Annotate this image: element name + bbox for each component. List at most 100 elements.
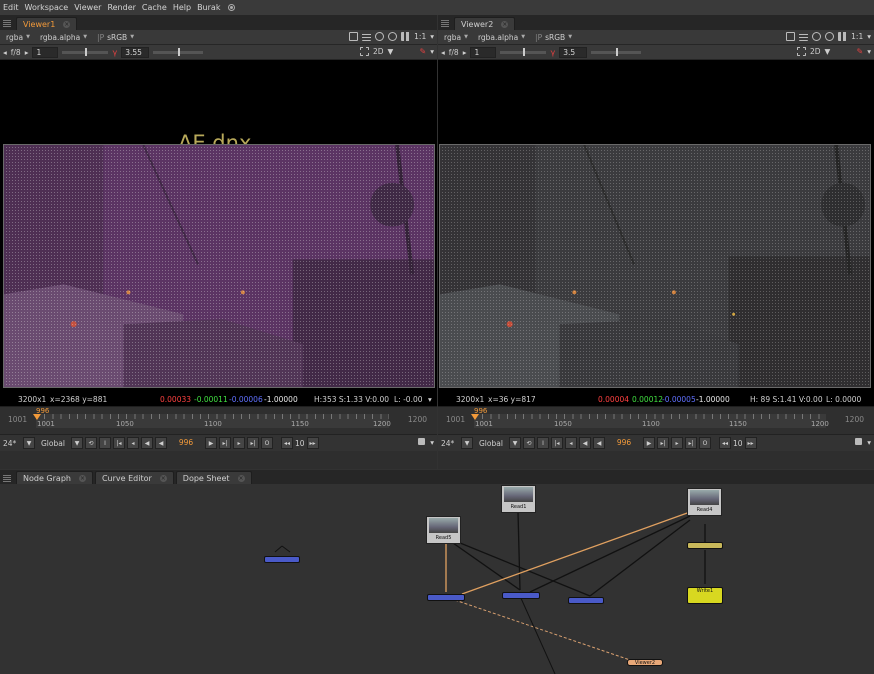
fstop-value[interactable]: f/8 <box>11 48 21 57</box>
grip-icon[interactable] <box>3 19 11 27</box>
menu-cache[interactable]: Cache <box>141 0 172 15</box>
ratio-value[interactable]: 1:1 <box>414 32 426 41</box>
colorspace-dropdown[interactable]: |P sRGB ▼ <box>94 32 137 43</box>
tab-viewer2[interactable]: Viewer2 × <box>454 17 516 30</box>
scope-dropdown[interactable]: Global <box>479 439 507 448</box>
step-forward-icon[interactable]: ▸▸ <box>744 437 757 449</box>
close-icon[interactable]: × <box>501 20 509 28</box>
loop-icon[interactable]: ⟲ <box>85 437 97 449</box>
step-back-icon[interactable]: ◂◂ <box>281 437 293 449</box>
pen-icon[interactable]: ✎ <box>857 47 864 56</box>
roi-icon[interactable] <box>796 47 806 56</box>
alpha-dropdown[interactable]: rgba.alpha ▼ <box>37 32 90 43</box>
step-value[interactable]: 10 <box>733 439 743 448</box>
frame-field[interactable]: 1 <box>470 46 497 58</box>
close-icon[interactable]: × <box>78 474 86 482</box>
viewer2-image[interactable] <box>439 144 871 388</box>
first-frame-icon[interactable]: |◂ <box>551 437 563 449</box>
gamma-icon[interactable]: γ <box>112 48 117 57</box>
close-icon[interactable]: × <box>237 474 245 482</box>
colorspace-dropdown[interactable]: |P sRGB ▼ <box>532 32 575 43</box>
read1-node[interactable]: Read1 <box>501 485 536 513</box>
gamma-icon[interactable]: γ <box>550 48 555 57</box>
tab-curve-editor[interactable]: Curve Editor × <box>94 471 174 484</box>
chevron-down-icon[interactable]: ▾ <box>867 47 871 56</box>
chevron-down-icon[interactable]: ▾ <box>430 32 434 41</box>
node-graph-canvas[interactable]: Read1 Read4 Read5 Write1 Viewer2 <box>0 484 874 674</box>
last-frame-icon[interactable]: ▸| <box>685 437 697 449</box>
menu-help[interactable]: Help <box>172 0 196 15</box>
viewer2-timeline[interactable]: 1001 996 1001 1050 1100 1150 1200 1200 <box>438 407 874 435</box>
write1-node[interactable]: Write1 <box>687 587 723 604</box>
pen-icon[interactable]: ✎ <box>420 47 427 56</box>
viewer1-timeline[interactable]: 1001 996 1001 1050 1100 1150 1200 1200 <box>0 407 437 435</box>
arrow-right-icon[interactable]: ▸ <box>463 48 467 57</box>
clipboard-icon[interactable] <box>349 32 359 41</box>
read4-node[interactable]: Read4 <box>687 488 722 516</box>
play-back-icon[interactable]: ◀ <box>593 437 605 449</box>
chevron-down-icon[interactable]: ▾ <box>867 438 871 447</box>
play-back-icon[interactable]: ◀ <box>155 437 167 449</box>
gain-field[interactable]: 3.55 <box>121 46 150 58</box>
close-icon[interactable]: × <box>63 20 71 28</box>
ratio-value[interactable]: 1:1 <box>851 32 863 41</box>
menu-viewer[interactable]: Viewer <box>73 0 106 15</box>
first-frame-icon[interactable]: |◂ <box>113 437 125 449</box>
chevron-down-icon[interactable]: ▼ <box>461 437 473 449</box>
chevron-down-icon[interactable]: ▾ <box>430 438 434 447</box>
channel-dropdown[interactable]: rgba ▼ <box>441 32 471 43</box>
timeoffset-node[interactable] <box>687 542 723 549</box>
grip-icon[interactable] <box>441 19 449 27</box>
list-icon[interactable] <box>799 32 809 41</box>
roi-icon[interactable] <box>359 47 369 56</box>
gear-icon[interactable] <box>388 32 398 41</box>
grip-icon[interactable] <box>3 474 11 482</box>
close-icon[interactable]: × <box>159 474 167 482</box>
chevron-down-icon[interactable]: ▾ <box>428 395 432 404</box>
menu-render[interactable]: Render <box>106 0 140 15</box>
arrow-right-icon[interactable]: ▸ <box>25 48 29 57</box>
chevron-down-icon[interactable]: ▾ <box>867 32 871 41</box>
fstop-value[interactable]: f/8 <box>449 48 459 57</box>
step-value[interactable]: 10 <box>295 439 305 448</box>
channel-dropdown[interactable]: rgba ▼ <box>3 32 33 43</box>
gear-icon[interactable] <box>825 32 835 41</box>
gamma-slider[interactable] <box>153 47 204 56</box>
chevron-down-icon[interactable]: ▾ <box>430 47 434 56</box>
next-key-icon[interactable]: ▸ <box>233 437 245 449</box>
out-point-icon[interactable]: O <box>261 437 273 449</box>
frame-field[interactable]: 1 <box>32 46 59 58</box>
chevron-icon[interactable]: ▼ <box>388 47 416 56</box>
fps-dropdown[interactable]: 24* <box>3 439 21 448</box>
read5-node[interactable]: Read5 <box>426 516 461 544</box>
prev-frame-icon[interactable]: ◀ <box>141 437 153 449</box>
viewer2-viewport[interactable] <box>438 60 874 393</box>
tab-dope-sheet[interactable]: Dope Sheet × <box>175 471 252 484</box>
gain-slider[interactable] <box>500 47 547 56</box>
refresh-icon[interactable] <box>812 32 822 41</box>
blue-node[interactable] <box>264 556 300 563</box>
menu-burak[interactable]: Burak <box>196 0 225 15</box>
chevron-down-icon[interactable]: ▼ <box>23 437 35 449</box>
lock-icon[interactable] <box>855 438 863 445</box>
marker-icon[interactable]: I <box>537 437 549 449</box>
mode-dropdown[interactable]: 2D <box>373 47 384 56</box>
next-key-icon[interactable]: ▸ <box>671 437 683 449</box>
menu-edit[interactable]: Edit <box>2 0 24 15</box>
current-frame-field[interactable]: 996 <box>169 437 203 449</box>
alpha-dropdown[interactable]: rgba.alpha ▼ <box>475 32 528 43</box>
current-frame-field[interactable]: 996 <box>607 437 641 449</box>
lock-icon[interactable] <box>418 438 426 445</box>
chevron-down-icon[interactable]: ▼ <box>509 437 521 449</box>
viewer2-node[interactable]: Viewer2 <box>627 659 663 666</box>
prev-key-icon[interactable]: ◂ <box>127 437 139 449</box>
next-frame-icon[interactable]: ▸| <box>219 437 231 449</box>
tab-node-graph[interactable]: Node Graph × <box>16 471 93 484</box>
arrow-left-icon[interactable]: ◂ <box>3 48 7 57</box>
scope-dropdown[interactable]: Global <box>41 439 69 448</box>
prev-key-icon[interactable]: ◂ <box>565 437 577 449</box>
mode-dropdown[interactable]: 2D <box>810 47 821 56</box>
play-icon[interactable]: ▶ <box>205 437 217 449</box>
step-forward-icon[interactable]: ▸▸ <box>306 437 319 449</box>
list-icon[interactable] <box>362 32 372 41</box>
